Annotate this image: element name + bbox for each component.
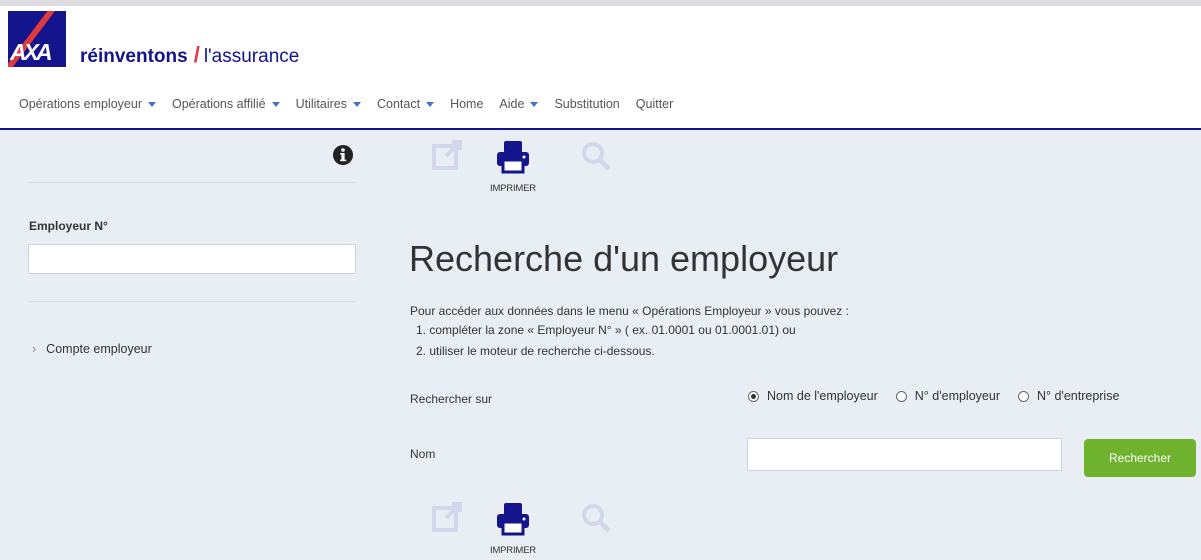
search-on-label: Rechercher sur — [410, 392, 493, 406]
caret-down-icon — [271, 102, 280, 108]
radio-selected-icon — [748, 390, 759, 402]
search-icon — [582, 504, 611, 533]
radio-unselected-icon — [1017, 390, 1029, 402]
nav-item-substitution[interactable]: Substitution — [554, 97, 619, 111]
print-label: IMPRIMER — [490, 545, 536, 556]
step-text: utiliser le moteur de recherche ci-desso… — [429, 344, 655, 358]
search-type-radio-group: Nom de l'employeur N° d'employeur N° d'e… — [748, 389, 1137, 403]
printer-icon — [496, 141, 529, 174]
axa-logo[interactable]: AXA — [8, 11, 66, 67]
nav-item-label: Utilitaires — [295, 97, 347, 111]
printer-icon — [496, 503, 529, 536]
steps-list: 1. compléter la zone « Employeur N° » ( … — [416, 320, 796, 362]
list-item: 1. compléter la zone « Employeur N° » ( … — [416, 323, 796, 337]
nav-item-home[interactable]: Home — [450, 97, 483, 111]
radio-numero-employeur[interactable]: N° d'employeur — [895, 389, 1000, 403]
employer-number-input[interactable] — [28, 244, 356, 274]
info-circle-icon[interactable] — [332, 144, 354, 171]
slogan: réinventons / l'assurance — [80, 42, 299, 68]
step-text: compléter la zone « Employeur N° » ( ex.… — [429, 323, 796, 337]
name-label: Nom — [410, 447, 436, 461]
sidebar-item-label: Compte employeur — [46, 342, 152, 356]
logo-text: AXA — [10, 39, 53, 65]
search-tool — [580, 140, 612, 177]
list-item: 2. utiliser le moteur de recherche ci-de… — [416, 344, 655, 358]
nav-item-label: Opérations affilié — [171, 97, 266, 111]
chevron-right-icon: › — [32, 342, 37, 356]
intro-text: Pour accéder aux données dans le menu « … — [410, 304, 849, 318]
export-tool — [432, 502, 464, 537]
radio-label: N° d'employeur — [914, 389, 1000, 403]
radio-nom-employeur[interactable]: Nom de l'employeur — [748, 389, 878, 403]
sidebar-divider — [28, 301, 356, 302]
print-tool-bottom[interactable]: IMPRIMER — [490, 502, 536, 556]
print-tool-top[interactable]: IMPRIMER — [490, 140, 536, 194]
caret-down-icon — [147, 102, 156, 108]
radio-label: N° d'entreprise — [1036, 389, 1120, 403]
caret-down-icon — [530, 102, 539, 108]
nav-item-label: Home — [450, 97, 484, 111]
radio-label: Nom de l'employeur — [767, 389, 878, 403]
nav-item-contact[interactable]: Contact — [376, 97, 435, 111]
slogan-slash: / — [193, 42, 200, 67]
search-icon — [582, 142, 611, 171]
slogan-bold: réinventons — [80, 46, 188, 67]
nav-menu: Opérations employeur Opérations affilié … — [19, 97, 689, 111]
nav-item-label: Quitter — [635, 97, 674, 111]
caret-down-icon — [352, 102, 361, 108]
slogan-rest: l'assurance — [203, 46, 300, 67]
nav-item-utilitaires[interactable]: Utilitaires — [296, 97, 361, 111]
sidebar-divider — [28, 182, 356, 183]
nav-item-operations-affilie[interactable]: Opérations affilié — [172, 97, 280, 111]
radio-numero-entreprise[interactable]: N° d'entreprise — [1017, 389, 1120, 403]
nav-item-quitter[interactable]: Quitter — [636, 97, 674, 111]
nav-item-label: Substitution — [554, 97, 620, 111]
nav-item-operations-employeur[interactable]: Opérations employeur — [19, 97, 156, 111]
site-header: AXA réinventons / l'assurance — [0, 6, 1201, 76]
employer-number-label: Employeur N° — [29, 219, 108, 233]
search-button[interactable]: Rechercher — [1084, 439, 1196, 477]
nav-item-label: Opérations employeur — [19, 97, 142, 111]
caret-down-icon — [426, 102, 435, 108]
print-label: IMPRIMER — [490, 183, 536, 194]
nav-item-aide[interactable]: Aide — [499, 97, 539, 111]
export-icon — [432, 502, 462, 532]
sidebar-item-compte-employeur[interactable]: › Compte employeur — [32, 342, 152, 356]
search-tool — [580, 502, 612, 539]
main-nav: Opérations employeur Opérations affilié … — [0, 76, 1201, 130]
nav-item-label: Contact — [376, 97, 421, 111]
export-tool — [432, 140, 464, 175]
radio-unselected-icon — [895, 390, 907, 402]
sidebar: Employeur N° › Compte employeur — [0, 130, 370, 560]
page-title: Recherche d'un employeur — [409, 238, 839, 279]
name-input[interactable] — [747, 438, 1062, 471]
export-icon — [432, 140, 462, 170]
nav-item-label: Aide — [499, 97, 525, 111]
